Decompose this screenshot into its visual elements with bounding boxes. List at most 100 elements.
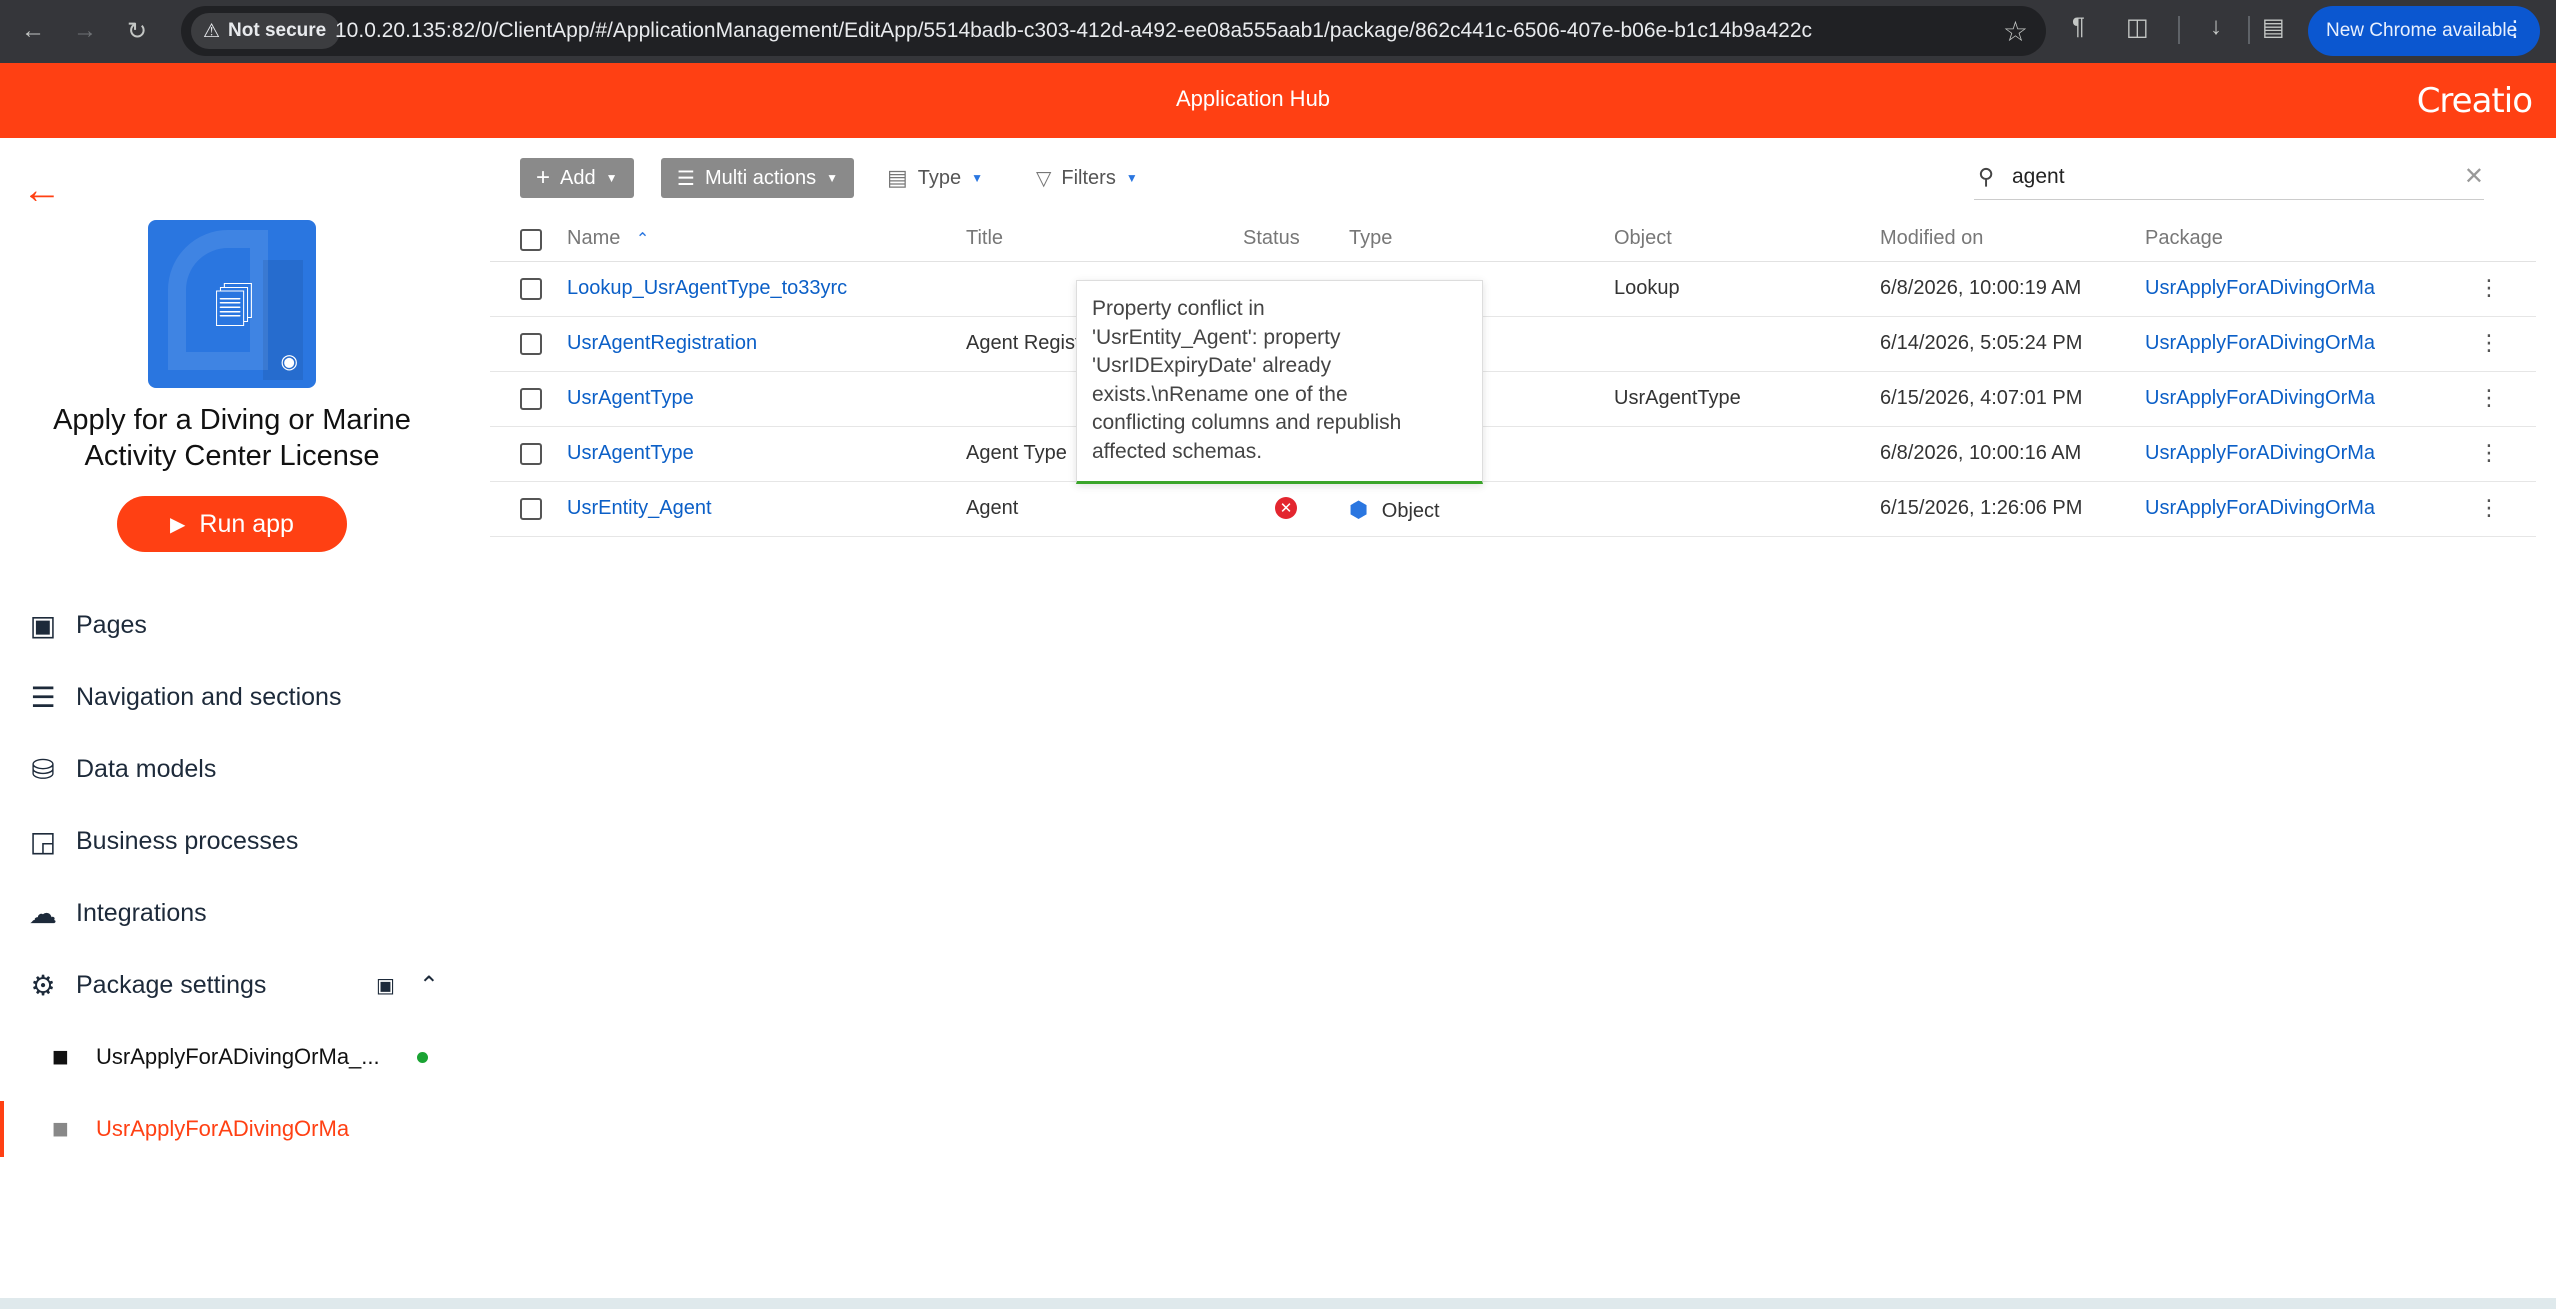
close-icon[interactable]: ✕ <box>2464 162 2484 191</box>
reload-icon[interactable]: ↻ <box>118 12 156 50</box>
row-package-link[interactable]: UsrApplyForADivingOrMa <box>2145 332 2375 355</box>
type-filter[interactable]: ▤ Type ▼ <box>887 158 983 198</box>
table-row[interactable]: Lookup_UsrAgentType_to33yrc Lookup 6/8/2… <box>490 262 2536 317</box>
back-arrow-icon[interactable]: ← <box>22 168 62 213</box>
row-kebab-icon[interactable]: ⋮ <box>2478 385 2500 411</box>
lines-icon: ☰ <box>677 167 695 190</box>
package-item[interactable]: ■ UsrApplyForADivingOrMa_... <box>0 1029 470 1085</box>
column-header-type[interactable]: Type <box>1349 227 1392 250</box>
sidebar-item-label: Navigation and sections <box>76 682 342 711</box>
sidebar-item-label: Package settings <box>76 970 267 999</box>
plus-icon: + <box>536 164 551 191</box>
row-name-link[interactable]: UsrEntity_Agent <box>567 497 712 520</box>
puzzle-icon[interactable]: ◫ <box>2126 13 2149 42</box>
sidebar-item-label: Pages <box>76 610 147 639</box>
url-text[interactable]: 10.0.20.135:82/0/ClientApp/#/Application… <box>335 19 1812 43</box>
row-kebab-icon[interactable]: ⋮ <box>2478 440 2500 466</box>
row-name-link[interactable]: UsrAgentType <box>567 442 694 465</box>
row-name-link[interactable]: UsrAgentRegistration <box>567 332 757 355</box>
extension-icon[interactable]: ¶ <box>2072 13 2085 41</box>
row-title: Agent Regist <box>966 332 1081 354</box>
row-kebab-icon[interactable]: ⋮ <box>2478 330 2500 356</box>
tooltip-line: 'UsrIDExpiryDate' already <box>1092 354 1332 377</box>
schema-table: Name ⌃ Title Status Type Object Modified… <box>490 217 2536 537</box>
filter-icon: ▽ <box>1036 167 1052 190</box>
row-package-link[interactable]: UsrApplyForADivingOrMa <box>2145 387 2375 410</box>
update-chrome-button[interactable]: New Chrome available ⋮ <box>2308 6 2540 56</box>
sidebar-item-navigation[interactable]: ☰ Navigation and sections <box>28 677 341 717</box>
row-checkbox[interactable] <box>520 388 542 410</box>
row-checkbox[interactable] <box>520 498 542 520</box>
package-item-active[interactable]: ■ UsrApplyForADivingOrMa <box>0 1101 470 1157</box>
warning-icon: ⚠ <box>203 20 221 42</box>
run-app-label: Run app <box>199 509 294 538</box>
document-hand-icon: 🗐 <box>214 285 254 329</box>
row-kebab-icon[interactable]: ⋮ <box>2478 495 2500 521</box>
tooltip-line: Property conflict in <box>1092 297 1265 320</box>
row-name-link[interactable]: Lookup_UsrAgentType_to33yrc <box>567 277 847 300</box>
bookmark-star-icon[interactable]: ☆ <box>2003 15 2028 48</box>
cube-icon: ⬢ <box>1349 497 1369 522</box>
creatio-logo: Creatio <box>2416 81 2533 121</box>
row-type: ⬢ Object <box>1349 497 1440 523</box>
select-all-checkbox[interactable] <box>520 229 542 251</box>
back-icon[interactable]: ← <box>14 12 52 50</box>
multi-actions-button[interactable]: ☰ Multi actions ▼ <box>661 158 854 198</box>
sidebar: ← 🗐 ◉ Apply for a Diving or Marine Activ… <box>0 138 470 1298</box>
column-header-package[interactable]: Package <box>2145 227 2223 250</box>
column-header-name[interactable]: Name ⌃ <box>567 227 649 250</box>
profile-avatar[interactable]: ▤ <box>2262 13 2285 42</box>
search-field[interactable]: ⚲ agent ✕ <box>1974 156 2484 200</box>
caret-down-icon: ▼ <box>1125 171 1138 185</box>
row-checkbox[interactable] <box>520 443 542 465</box>
row-checkbox[interactable] <box>520 333 542 355</box>
run-app-button[interactable]: ▶ Run app <box>117 496 347 552</box>
row-name-link[interactable]: UsrAgentType <box>567 387 694 410</box>
row-modified: 6/15/2026, 4:07:01 PM <box>1880 387 2083 409</box>
sidebar-item-integrations[interactable]: ☁ Integrations <box>28 893 207 933</box>
kebab-menu-icon[interactable]: ⋮ <box>2504 16 2526 42</box>
list-icon: ☰ <box>30 681 56 713</box>
row-kebab-icon[interactable]: ⋮ <box>2478 275 2500 301</box>
address-bar[interactable]: ⚠ Not secure 10.0.20.135:82/0/ClientApp/… <box>181 6 2046 56</box>
add-button[interactable]: + Add ▼ <box>520 158 634 198</box>
sidebar-item-pages[interactable]: ▣ Pages <box>28 605 147 645</box>
row-package-link[interactable]: UsrApplyForADivingOrMa <box>2145 497 2375 520</box>
window-icon: ▣ <box>29 609 57 641</box>
table-row[interactable]: UsrAgentRegistration Agent Regist 6/14/2… <box>490 317 2536 372</box>
sidebar-item-package-settings[interactable]: ⚙ Package settings <box>28 965 266 1005</box>
app-icon[interactable]: 🗐 ◉ <box>148 220 316 388</box>
error-status-icon[interactable]: ✕ <box>1275 497 1297 519</box>
forward-icon[interactable]: → <box>66 12 104 50</box>
row-package-link[interactable]: UsrApplyForADivingOrMa <box>2145 442 2375 465</box>
search-input[interactable]: agent <box>2012 165 2065 189</box>
table-icon: ▤ <box>887 165 908 190</box>
sidebar-item-business-processes[interactable]: ◲ Business processes <box>28 821 299 861</box>
eye-icon[interactable]: ◉ <box>281 349 298 374</box>
column-header-status[interactable]: Status <box>1243 227 1300 250</box>
gear-icon: ⚙ <box>30 969 56 1001</box>
add-folder-icon[interactable]: ▣ <box>376 973 395 998</box>
download-icon[interactable]: ↓ <box>2210 13 2222 41</box>
type-label: Type <box>917 166 962 189</box>
sidebar-item-data-models[interactable]: ⛁ Data models <box>28 749 216 789</box>
table-row[interactable]: UsrEntity_Agent Agent ✕ ⬢ Object 6/15/20… <box>490 482 2536 537</box>
row-package-link[interactable]: UsrApplyForADivingOrMa <box>2145 277 2375 300</box>
column-header-object[interactable]: Object <box>1614 227 1672 250</box>
table-row[interactable]: UsrAgentType Agent Type 6/8/2026, 10:00:… <box>490 427 2536 482</box>
window-bottom-edge <box>0 1298 2556 1309</box>
table-row[interactable]: UsrAgentType UsrAgentType 6/15/2026, 4:0… <box>490 372 2536 427</box>
column-header-title[interactable]: Title <box>966 227 1003 250</box>
package-label: UsrApplyForADivingOrMa_... <box>96 1044 380 1069</box>
row-checkbox[interactable] <box>520 278 542 300</box>
security-chip[interactable]: ⚠ Not secure <box>191 13 341 49</box>
column-header-modified[interactable]: Modified on <box>1880 227 1983 250</box>
package-actions: ▣ ⌃ <box>376 965 439 1005</box>
search-icon: ⚲ <box>1978 164 1995 189</box>
folder-icon: ■ <box>52 1113 69 1144</box>
toolbar-divider <box>2248 16 2250 44</box>
caret-down-icon: ▼ <box>971 171 984 185</box>
chevron-up-icon[interactable]: ⌃ <box>419 971 439 1000</box>
filters-button[interactable]: ▽ Filters ▼ <box>1036 158 1138 198</box>
package-label: UsrApplyForADivingOrMa <box>96 1116 350 1141</box>
